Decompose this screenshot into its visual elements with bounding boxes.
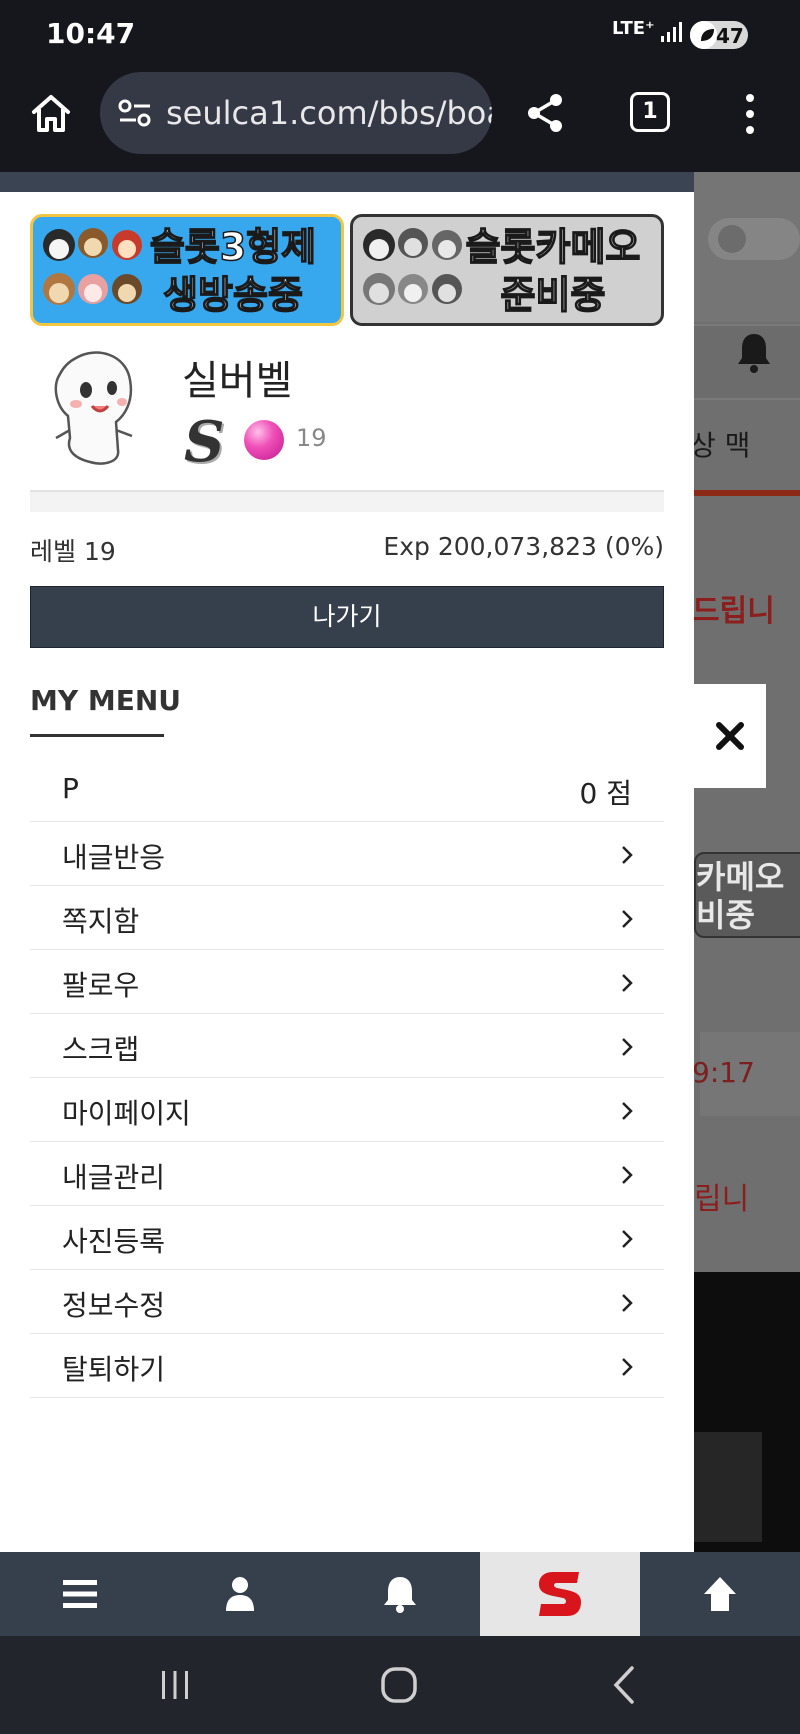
logout-button[interactable]: 나가기 (30, 586, 664, 648)
user-icon (226, 1577, 254, 1611)
menu-item-my-page[interactable]: 마이페이지 (30, 1078, 664, 1142)
background-title-fragment: 드립니 (692, 594, 775, 629)
status-time: 10:47 (46, 17, 136, 50)
menu-icon (63, 1580, 97, 1608)
menu-item-label: 마이페이지 (62, 1097, 191, 1130)
home-icon[interactable] (28, 90, 74, 136)
menu-item-label: 정보수정 (62, 1289, 166, 1322)
menu-item-label: 스크랩 (62, 1033, 140, 1066)
menu-item-edit-profile[interactable]: 정보수정 (30, 1270, 664, 1334)
menu-item-withdraw[interactable]: 탈퇴하기 (30, 1334, 664, 1398)
background-video-inner (694, 1432, 762, 1542)
site-logo-button[interactable] (480, 1552, 640, 1636)
power-saving-icon (701, 29, 714, 41)
chevron-right-icon (622, 1358, 633, 1376)
background-bell-icon (738, 334, 770, 373)
background-banner-line2: 비중 (696, 896, 755, 934)
chevron-right-icon (622, 1038, 633, 1056)
menu-item-follow[interactable]: 팔로우 (30, 950, 664, 1014)
banner-slot-cameo-preparing[interactable]: 슬롯카메오 준비중 (350, 214, 664, 326)
points-value: 0 점 (579, 777, 632, 810)
more-options-icon[interactable] (738, 92, 762, 136)
background-nav-text: 상 맥 (690, 429, 751, 462)
side-drawer: 슬롯3형제 생방송중 슬롯카메오 준비중 실버벨 S 19 레벨 19 Exp … (0, 172, 694, 1552)
close-icon[interactable] (715, 721, 745, 751)
bottom-nav (0, 1552, 800, 1636)
menu-item-label: 팔로우 (62, 969, 140, 1002)
system-nav-bar (0, 1636, 800, 1734)
share-icon[interactable] (522, 90, 568, 136)
avatar[interactable] (46, 346, 142, 468)
level-orb-icon (244, 420, 284, 460)
battery-level: 47 (716, 24, 744, 48)
menu-button[interactable] (0, 1552, 160, 1636)
recent-apps-icon[interactable] (152, 1662, 198, 1708)
back-icon[interactable] (602, 1662, 648, 1708)
battery-indicator: 47 (690, 21, 748, 49)
arrow-up-icon (704, 1577, 736, 1611)
level-label: 레벨 19 (30, 537, 116, 566)
banner-slot-brothers-live[interactable]: 슬롯3형제 생방송중 (30, 214, 344, 326)
my-menu-list: P 0 점 내글반응 쪽지함 팔로우 스크랩 마이페이지 내글관리 사진등록 정… (30, 758, 664, 1398)
chevron-right-icon (622, 1102, 633, 1120)
grade-icon: S (184, 409, 225, 475)
menu-item-points[interactable]: P 0 점 (30, 758, 664, 822)
menu-item-my-post-reactions[interactable]: 내글반응 (30, 822, 664, 886)
chevron-right-icon (622, 1230, 633, 1248)
level-number: 19 (296, 424, 327, 452)
chevron-right-icon (622, 974, 633, 992)
tab-switcher-button[interactable]: 1 (630, 92, 670, 132)
home-nav-icon[interactable] (376, 1662, 422, 1708)
chevron-right-icon (622, 846, 633, 864)
background-divider (694, 490, 800, 496)
menu-item-scrap[interactable]: 스크랩 (30, 1014, 664, 1078)
banner-1-text: 슬롯3형제 생방송중 (133, 223, 333, 319)
background-banner-line1: 카메오 (696, 858, 785, 896)
background-toggle (708, 218, 800, 260)
banner-1-line2: 생방송중 (162, 272, 303, 318)
chevron-right-icon (622, 1166, 633, 1184)
status-bar: 10:47 LTE⁺ 47 (0, 0, 800, 68)
notification-button[interactable] (320, 1552, 480, 1636)
my-menu-underline (30, 734, 164, 737)
user-button[interactable] (160, 1552, 320, 1636)
menu-item-messages[interactable]: 쪽지함 (30, 886, 664, 950)
menu-item-register-photo[interactable]: 사진등록 (30, 1206, 664, 1270)
bell-icon (384, 1577, 416, 1613)
menu-item-label: 내글반응 (62, 841, 166, 874)
menu-item-label: P (62, 772, 79, 805)
signal-icon (661, 22, 682, 42)
banner-1-line1: 슬롯3형제 (149, 224, 317, 270)
close-drawer-button[interactable] (694, 684, 766, 788)
banner-2-line2: 준비중 (500, 272, 606, 318)
background-title-fragment-2: 립니 (694, 1182, 750, 1217)
banner-characters-image (363, 228, 462, 305)
banner-characters-image (43, 228, 142, 305)
chevron-right-icon (622, 910, 633, 928)
scroll-top-button[interactable] (640, 1552, 800, 1636)
background-time-fragment: 9:17 (692, 1056, 755, 1089)
menu-item-label: 내글관리 (62, 1161, 166, 1194)
menu-item-manage-posts[interactable]: 내글관리 (30, 1142, 664, 1206)
address-bar[interactable]: seulca1.com/bbs/boa (100, 72, 492, 154)
background-banner: 카메오 비중 (694, 852, 800, 938)
profile-nickname: 실버벨 (182, 358, 293, 404)
chevron-right-icon (622, 1294, 633, 1312)
menu-item-label: 사진등록 (62, 1225, 166, 1258)
site-logo (539, 1572, 581, 1616)
drawer-header-bar (0, 172, 694, 192)
browser-toolbar: seulca1.com/bbs/boa 1 (0, 68, 800, 172)
exp-label: Exp 200,073,823 (0%) (383, 532, 664, 561)
my-menu-title: MY MENU (30, 684, 182, 717)
menu-item-label: 탈퇴하기 (62, 1353, 166, 1386)
menu-item-label: 쪽지함 (62, 905, 140, 938)
network-indicator: LTE⁺ (612, 18, 655, 39)
banner-2-text: 슬롯카메오 준비중 (453, 223, 653, 319)
url-text[interactable]: seulca1.com/bbs/boa (166, 94, 492, 132)
site-settings-icon[interactable] (118, 98, 152, 128)
banner-2-line1: 슬롯카메오 (465, 224, 641, 270)
exp-progress-bar (30, 490, 664, 512)
